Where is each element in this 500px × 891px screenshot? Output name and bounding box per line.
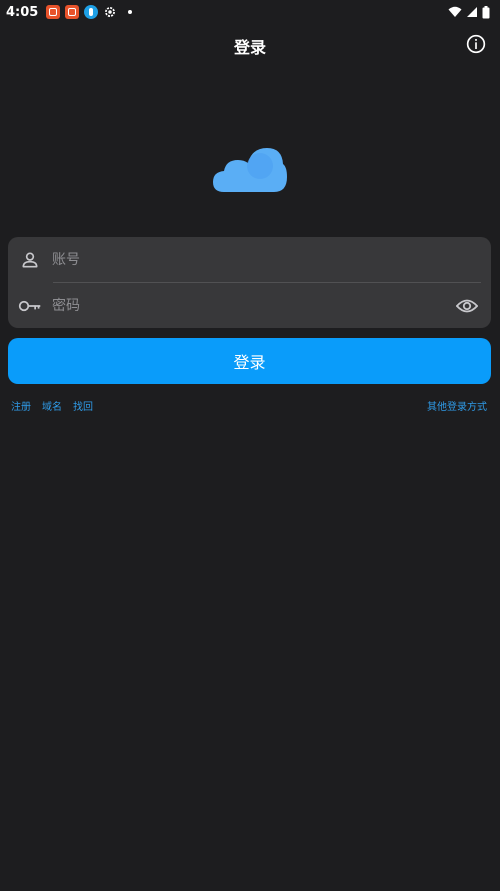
header: 登录 [0,24,500,66]
battery-icon [482,5,490,18]
account-input[interactable] [52,237,491,282]
login-form-card [8,237,491,328]
key-icon [8,283,52,328]
password-field-row [8,283,491,328]
show-password-toggle[interactable] [443,283,491,328]
page-title: 登录 [233,38,266,57]
status-bar: 4:05 [0,0,500,24]
cloud-logo-icon [213,148,287,192]
status-time: 4:05 [6,4,39,20]
auth-links: 注册 域名 找回 [11,398,93,413]
status-right [448,5,490,19]
status-left: 4:05 [6,4,133,20]
signal-icon [467,7,477,17]
download-notification-icon [84,5,99,19]
domain-link[interactable]: 域名 [42,398,62,413]
more-notifications-dot [128,10,133,14]
user-icon [8,237,52,282]
other-login-methods-link[interactable]: 其他登录方式 [427,398,487,413]
app-notification-icon [65,5,80,19]
login-button[interactable]: 登录 [8,338,491,384]
recover-link[interactable]: 找回 [73,398,93,413]
info-icon[interactable] [466,34,486,54]
account-field-row [8,237,491,282]
wifi-icon [448,6,462,17]
eye-icon [456,299,478,312]
password-input[interactable] [52,283,443,328]
register-link[interactable]: 注册 [11,398,31,413]
app-notification-icon [46,5,61,19]
gear-icon [105,7,116,17]
